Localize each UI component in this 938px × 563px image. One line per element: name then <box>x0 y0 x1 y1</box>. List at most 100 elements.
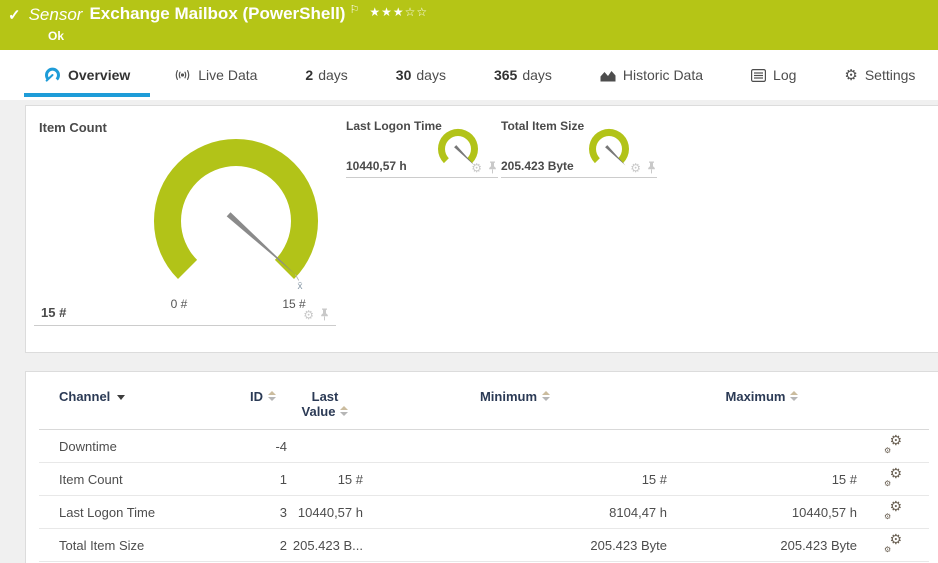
gauge-title: Total Item Size <box>501 119 584 133</box>
table-header-row: Channel ID LastValue Minimum Maximum <box>39 372 929 430</box>
tab-30-days[interactable]: 30days <box>372 50 470 100</box>
mean-marker: x̄ <box>298 281 303 292</box>
gauge-item-count: Item Count x̄ 0 # 15 # 15 # ⚙ <box>34 114 336 326</box>
sort-icon <box>268 391 276 401</box>
column-header-actions <box>857 372 929 430</box>
channel-name[interactable]: Downtime <box>39 430 239 463</box>
channel-name[interactable]: Item Count <box>39 463 239 496</box>
gear-icon: ⚙ <box>844 66 857 84</box>
channel-id: 1 <box>239 463 287 496</box>
tab-historic-data[interactable]: Historic Data <box>576 50 727 100</box>
stars-filled: ★★★ <box>369 5 404 19</box>
channel-minimum <box>363 430 667 463</box>
column-header-maximum[interactable]: Maximum <box>667 372 857 430</box>
column-label: Minimum <box>480 389 537 404</box>
tab-label: Log <box>773 67 796 83</box>
area-chart-icon <box>600 69 616 82</box>
channel-id: 2 <box>239 529 287 562</box>
pin-icon[interactable] <box>487 161 498 174</box>
table-row: Total Item Size 2 205.423 B... 205.423 B… <box>39 529 929 562</box>
table-row: Downtime -4 ⚙⚙ <box>39 430 929 463</box>
tab-bar: Overview Live Data 2days 30days 365days … <box>0 50 938 100</box>
channel-last-value <box>287 430 363 463</box>
channel-minimum: 8104,47 h <box>363 496 667 529</box>
tab-overview[interactable]: Overview <box>24 50 150 100</box>
channel-id: -4 <box>239 430 287 463</box>
channel-settings-icon[interactable]: ⚙⚙ <box>884 502 902 519</box>
column-header-id[interactable]: ID <box>239 372 287 430</box>
stars-empty: ☆☆ <box>405 5 429 19</box>
overview-gauges-card: Item Count x̄ 0 # 15 # 15 # ⚙ Last Logon… <box>25 105 938 353</box>
gauge-settings-gear-icon[interactable]: ⚙ <box>471 162 482 174</box>
tab-label: Live Data <box>198 67 257 83</box>
sort-desc-icon <box>117 395 125 400</box>
gauge-total-item-size: Total Item Size 205.423 Byte ⚙ <box>501 114 657 178</box>
status-badge: Ok <box>48 29 64 43</box>
tab-label: Historic Data <box>623 67 703 83</box>
tab-label: days <box>318 67 348 83</box>
gauge-current-value: 15 # <box>41 305 66 320</box>
column-label: ID <box>250 389 263 404</box>
column-label: Channel <box>59 389 110 404</box>
channel-minimum: 205.423 Byte <box>363 529 667 562</box>
table-row: Last Logon Time 3 10440,57 h 8104,47 h 1… <box>39 496 929 529</box>
channel-minimum: 15 # <box>363 463 667 496</box>
tab-settings[interactable]: ⚙ Settings <box>820 50 938 100</box>
flag-icon[interactable]: ⚐ <box>349 3 359 16</box>
live-data-icon <box>174 68 191 82</box>
tab-label: days <box>522 67 552 83</box>
gauge-settings-gear-icon[interactable]: ⚙ <box>630 162 641 174</box>
gauge-current-value: 205.423 Byte <box>501 159 574 173</box>
sensor-title: Exchange Mailbox (PowerShell) <box>89 4 345 24</box>
gauge-settings-gear-icon[interactable]: ⚙ <box>303 309 314 321</box>
channel-name[interactable]: Total Item Size <box>39 529 239 562</box>
gauge-title: Item Count <box>39 120 107 135</box>
tab-2-days[interactable]: 2 days <box>281 50 371 100</box>
channel-last-value: 205.423 B... <box>287 529 363 562</box>
sort-icon <box>542 391 550 401</box>
channels-table: Channel ID LastValue Minimum Maximum Dow… <box>39 372 929 562</box>
pin-icon[interactable] <box>646 161 657 174</box>
column-header-last-value[interactable]: LastValue <box>287 372 363 430</box>
column-header-channel[interactable]: Channel <box>39 372 239 430</box>
total-size-gauge-dial <box>581 125 637 175</box>
gauge-icon <box>44 67 61 83</box>
object-kind-label: Sensor <box>29 5 83 25</box>
tab-365-days[interactable]: 365 days <box>470 50 576 100</box>
gauge-title: Last Logon Time <box>346 119 442 133</box>
sort-icon <box>340 406 348 416</box>
column-label: Value <box>302 404 336 419</box>
tab-number: 365 <box>494 67 517 83</box>
channel-last-value: 15 # <box>287 463 363 496</box>
tab-label: Overview <box>68 67 130 83</box>
log-list-icon <box>751 69 766 82</box>
sort-icon <box>790 391 798 401</box>
column-label: Last <box>287 389 363 404</box>
sensor-status-banner: ✓ Sensor Exchange Mailbox (PowerShell) ⚐… <box>0 0 938 50</box>
tab-label: Settings <box>865 67 916 83</box>
channel-maximum <box>667 430 857 463</box>
table-row: Item Count 1 15 # 15 # 15 # ⚙⚙ <box>39 463 929 496</box>
channel-maximum: 15 # <box>667 463 857 496</box>
channel-settings-icon[interactable]: ⚙⚙ <box>884 535 902 552</box>
channel-id: 3 <box>239 496 287 529</box>
tab-log[interactable]: Log <box>727 50 820 100</box>
column-header-minimum[interactable]: Minimum <box>363 372 667 430</box>
item-count-gauge-dial: x̄ <box>146 131 326 296</box>
channel-settings-icon[interactable]: ⚙⚙ <box>884 469 902 486</box>
gauge-last-logon-time: Last Logon Time 10440,57 h ⚙ <box>346 114 498 178</box>
pin-icon[interactable] <box>319 308 330 321</box>
tab-label: days <box>416 67 446 83</box>
channel-maximum: 205.423 Byte <box>667 529 857 562</box>
tab-number: 2 <box>305 67 313 83</box>
gauge-current-value: 10440,57 h <box>346 159 407 173</box>
channel-last-value: 10440,57 h <box>287 496 363 529</box>
channel-name[interactable]: Last Logon Time <box>39 496 239 529</box>
ok-check-icon: ✓ <box>8 6 21 24</box>
channel-settings-icon[interactable]: ⚙⚙ <box>884 436 902 453</box>
column-label: Maximum <box>726 389 786 404</box>
tab-live-data[interactable]: Live Data <box>150 50 281 100</box>
channels-table-card: Channel ID LastValue Minimum Maximum Dow… <box>25 371 938 563</box>
priority-stars[interactable]: ★★★☆☆ <box>369 5 428 19</box>
tab-number: 30 <box>396 67 412 83</box>
